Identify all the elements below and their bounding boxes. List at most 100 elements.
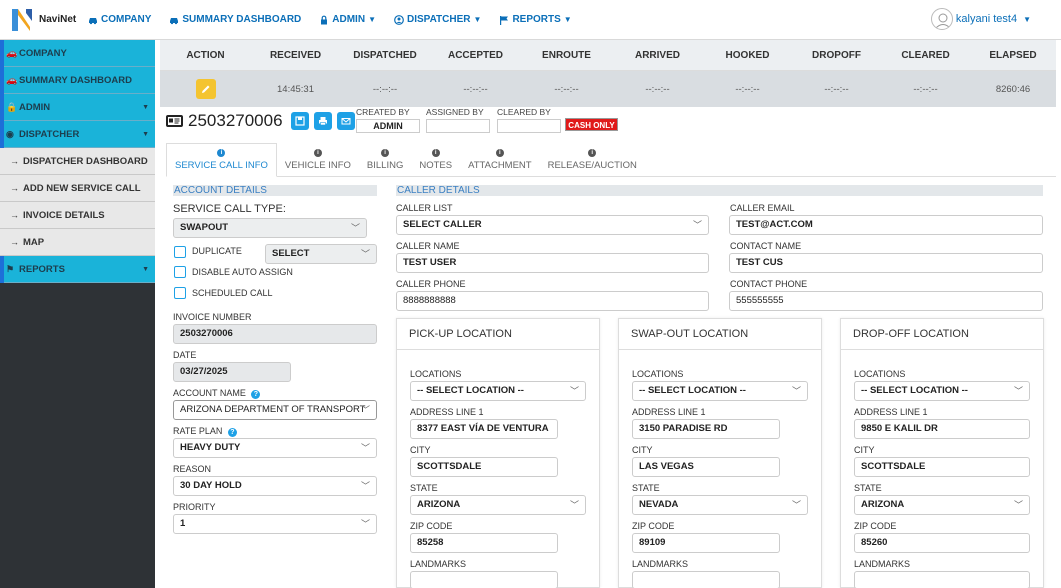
sidebar-item-admin[interactable]: 🔒 ADMIN ▼: [0, 94, 155, 121]
pickup-location-card: PICK-UP LOCATION LOCATIONS -- SELECT LOC…: [396, 318, 600, 588]
sidebar-item-label: INVOICE DETAILS: [23, 209, 105, 221]
pickup-landmarks-input[interactable]: [410, 571, 558, 588]
duplicate-select[interactable]: SELECT ﹀: [265, 244, 377, 264]
rate-plan-select[interactable]: HEAVY DUTY ﹀: [173, 438, 377, 458]
sidebar-item-company[interactable]: 🚗 COMPANY: [0, 40, 155, 67]
contact-phone-input[interactable]: 555555555: [729, 291, 1043, 311]
landmarks-label: LANDMARKS: [632, 559, 689, 569]
brand-name: NaviNet: [39, 14, 77, 25]
tab-billing[interactable]: i BILLING: [359, 143, 411, 177]
rate-plan-label-text: RATE PLAN: [173, 426, 223, 436]
tab-notes[interactable]: i NOTES: [411, 143, 460, 177]
cash-only-badge: CASH ONLY: [565, 118, 618, 131]
table-row: 14:45:31 --:--:-- --:--:-- --:--:-- --:-…: [160, 71, 1056, 107]
sidebar-item-dispatcher-dashboard[interactable]: → DISPATCHER DASHBOARD: [0, 148, 155, 175]
sidebar-item-summary-dashboard[interactable]: 🚗 SUMMARY DASHBOARD: [0, 67, 155, 94]
pickup-locations-select[interactable]: -- SELECT LOCATION -- ﹀: [410, 381, 586, 401]
date-field[interactable]: 03/27/2025: [173, 362, 291, 382]
disable-auto-assign-checkbox[interactable]: [174, 266, 186, 278]
chevron-down-icon: ﹀: [350, 223, 360, 233]
dropoff-address-input[interactable]: 9850 E KALIL DR: [854, 419, 1030, 439]
sidebar-item-dispatcher[interactable]: ◉ DISPATCHER ▼: [0, 121, 155, 148]
account-name-select[interactable]: ARIZONA DEPARTMENT OF TRANSPORT ﹀: [173, 400, 377, 420]
help-icon[interactable]: ?: [227, 428, 237, 437]
action-cell: [160, 79, 251, 99]
brand-logo[interactable]: NaviNet: [10, 7, 88, 33]
dropoff-locations-select[interactable]: -- SELECT LOCATION -- ﹀: [854, 381, 1030, 401]
pickup-address-input[interactable]: 8377 EAST VÍA DE VENTURA: [410, 419, 558, 439]
sidebar-item-label: DISPATCHER DASHBOARD: [23, 155, 148, 167]
swapout-state-select[interactable]: NEVADA ﹀: [632, 495, 808, 515]
pickup-state-value: ARIZONA: [417, 499, 461, 510]
user-menu[interactable]: kalyani test4 ▼: [930, 8, 1031, 30]
pickup-city-input[interactable]: SCOTTSDALE: [410, 457, 558, 477]
chevron-down-icon: ﹀: [569, 386, 579, 396]
pencil-icon: [201, 85, 209, 93]
navinet-logo-icon: [10, 7, 34, 33]
dropoff-city-input[interactable]: SCOTTSDALE: [854, 457, 1030, 477]
swapout-address-input[interactable]: 3150 PARADISE RD: [632, 419, 780, 439]
dropoff-cell: --:--:--: [824, 83, 849, 95]
save-button[interactable]: [290, 112, 309, 130]
dropoff-state-select[interactable]: ARIZONA ﹀: [854, 495, 1030, 515]
topnav-dispatcher[interactable]: DISPATCHER ▼: [394, 14, 481, 25]
swapout-city-input[interactable]: LAS VEGAS: [632, 457, 780, 477]
priority-select[interactable]: 1 ﹀: [173, 514, 377, 534]
cleared-by-value: [497, 119, 561, 133]
caller-email-input[interactable]: TEST@ACT.COM: [729, 215, 1043, 235]
swapout-zip-input[interactable]: 89109: [632, 533, 780, 553]
contact-name-input[interactable]: TEST CUS: [729, 253, 1043, 273]
tab-label: VEHICLE INFO: [284, 160, 351, 171]
address-label: ADDRESS LINE 1: [410, 407, 484, 417]
dropoff-landmarks-input[interactable]: [854, 571, 1030, 588]
info-icon: i: [381, 149, 390, 157]
edit-button[interactable]: [195, 79, 216, 99]
column-header: ACTION: [186, 49, 225, 61]
sidebar-item-add-new-service-call[interactable]: → ADD NEW SERVICE CALL: [0, 175, 155, 202]
pickup-state-select[interactable]: ARIZONA ﹀: [410, 495, 586, 515]
swapout-landmarks-input[interactable]: [632, 571, 780, 588]
address-label: ADDRESS LINE 1: [632, 407, 706, 417]
info-icon: i: [588, 149, 597, 157]
topnav-reports[interactable]: REPORTS ▼: [499, 14, 572, 25]
created-by-label: CREATED BY: [356, 107, 410, 117]
pickup-zip-input[interactable]: 85258: [410, 533, 558, 553]
created-by-field: CREATED BY ADMIN: [356, 107, 420, 133]
dropoff-zip-input[interactable]: 85260: [854, 533, 1030, 553]
sidebar-item-label: ADMIN: [19, 101, 51, 113]
topnav-summary-dashboard[interactable]: SUMMARY DASHBOARD: [169, 14, 301, 25]
topnav-company[interactable]: COMPANY: [88, 14, 151, 25]
service-call-type-value: SWAPOUT: [180, 222, 229, 233]
caller-phone-input[interactable]: 8888888888: [396, 291, 709, 311]
tab-service-call-info[interactable]: i SERVICE CALL INFO: [166, 143, 277, 177]
dropoff-location-card: DROP-OFF LOCATION LOCATIONS -- SELECT LO…: [840, 318, 1044, 588]
duplicate-checkbox[interactable]: [174, 246, 186, 258]
service-call-type-select[interactable]: SWAPOUT ﹀: [173, 218, 367, 238]
swapout-locations-select[interactable]: -- SELECT LOCATION -- ﹀: [632, 381, 808, 401]
caret-down-icon: ▼: [142, 265, 149, 273]
scheduled-call-checkbox[interactable]: [174, 287, 186, 299]
tab-label: BILLING: [366, 160, 404, 171]
tab-attachment[interactable]: i ATTACHMENT: [460, 143, 540, 177]
topnav-admin[interactable]: ADMIN ▼: [319, 14, 376, 25]
info-icon: i: [431, 149, 440, 157]
help-icon[interactable]: ?: [251, 390, 261, 399]
caller-name-input[interactable]: TEST USER: [396, 253, 709, 273]
arrow-right-icon: →: [10, 183, 19, 193]
reason-select[interactable]: 30 DAY HOLD ﹀: [173, 476, 377, 496]
locations-label: LOCATIONS: [632, 369, 684, 379]
tab-vehicle-info[interactable]: i VEHICLE INFO: [277, 143, 359, 177]
sidebar-item-map[interactable]: → MAP: [0, 229, 155, 256]
rate-plan-value: HEAVY DUTY: [180, 442, 241, 453]
sidebar-item-invoice-details[interactable]: → INVOICE DETAILS: [0, 202, 155, 229]
priority-label: PRIORITY: [173, 502, 216, 512]
top-nav-menu: COMPANY SUMMARY DASHBOARD ADMIN ▼ DISPAT…: [88, 14, 590, 25]
hooked-cell: --:--:--: [735, 83, 760, 95]
column-header: ARRIVED: [634, 49, 680, 61]
print-button[interactable]: [313, 112, 332, 130]
tab-release-auction[interactable]: i RELEASE/AUCTION: [540, 143, 645, 177]
chevron-down-icon: ﹀: [791, 386, 801, 396]
sidebar-item-reports[interactable]: ⚑ REPORTS ▼: [0, 256, 155, 283]
caller-list-select[interactable]: SELECT CALLER ﹀: [396, 215, 709, 235]
email-button[interactable]: [336, 112, 355, 130]
